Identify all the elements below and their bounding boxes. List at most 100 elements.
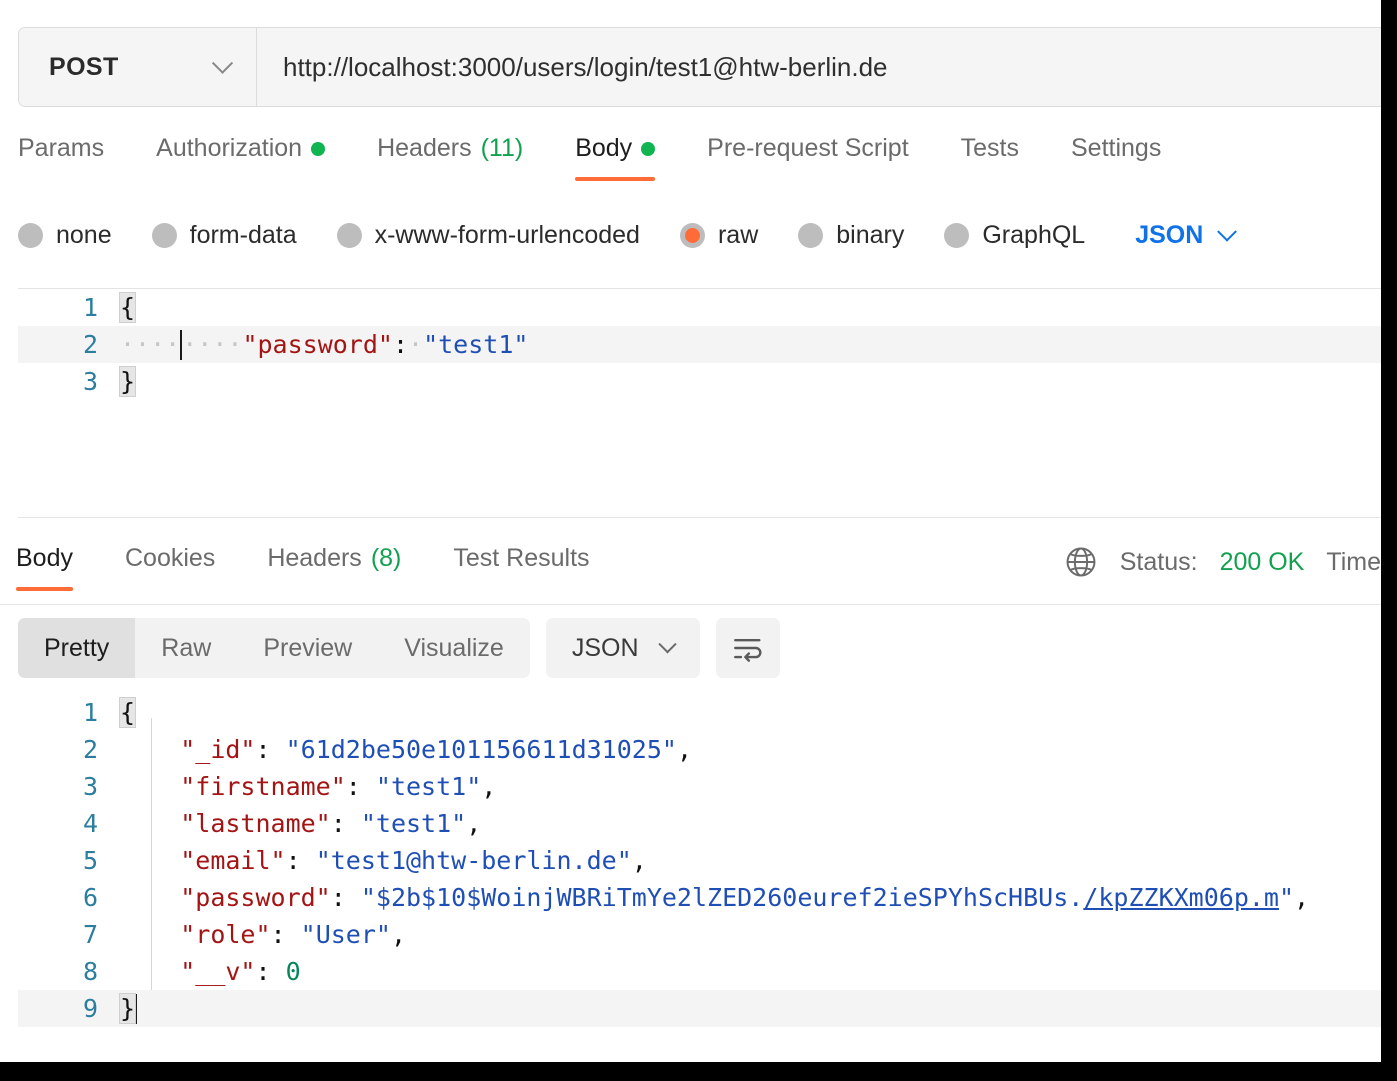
json-string-value-link[interactable]: /kpZZKXm06p.m bbox=[1083, 883, 1279, 912]
raw-format-label: JSON bbox=[1135, 221, 1204, 249]
json-open-brace: { bbox=[118, 292, 137, 323]
code-line: 1 { bbox=[18, 289, 1381, 326]
json-string-value-tail: " bbox=[1278, 883, 1295, 912]
code-line: 3 } bbox=[18, 363, 1381, 400]
line-number: 7 bbox=[82, 920, 98, 949]
code-line: 5 "email": "test1@htw-berlin.de", bbox=[18, 842, 1381, 879]
json-key: "_id" bbox=[180, 735, 256, 764]
body-type-binary[interactable]: binary bbox=[798, 221, 904, 250]
code-line: 6 "password": "$2b$10$WoinjWBRiTmYe2lZED… bbox=[18, 879, 1381, 916]
response-tab-headers-count: (8) bbox=[370, 544, 402, 572]
http-method-label: POST bbox=[49, 52, 119, 81]
radio-selected-icon bbox=[679, 223, 705, 248]
tab-pre-request-script-label: Pre-request Script bbox=[707, 134, 909, 162]
view-mode-pretty-label: Pretty bbox=[44, 633, 110, 662]
text-cursor bbox=[135, 993, 138, 1024]
radio-icon bbox=[151, 223, 177, 248]
response-tab-test-results[interactable]: Test Results bbox=[453, 538, 589, 591]
tab-pre-request-script[interactable]: Pre-request Script bbox=[707, 128, 908, 181]
json-close-brace: } bbox=[118, 992, 137, 1024]
code-line: 9 } bbox=[18, 990, 1381, 1027]
body-type-form-data[interactable]: form-data bbox=[151, 221, 297, 250]
tab-params[interactable]: Params bbox=[18, 128, 104, 181]
response-tab-test-results-label: Test Results bbox=[453, 544, 590, 572]
body-type-graphql[interactable]: GraphQL bbox=[944, 221, 1085, 250]
code-line: 7 "role": "User", bbox=[18, 916, 1381, 953]
request-tabs: Params Authorization Headers (11) Body P… bbox=[18, 128, 1381, 194]
tab-settings-label: Settings bbox=[1071, 134, 1162, 162]
status-label: Status: bbox=[1119, 547, 1198, 576]
tab-headers[interactable]: Headers (11) bbox=[377, 128, 523, 181]
word-wrap-button[interactable] bbox=[715, 618, 780, 678]
response-body-editor[interactable]: 1 { 2 "_id": "61d2be50e101156611d31025",… bbox=[18, 694, 1381, 1044]
json-comma: , bbox=[676, 735, 692, 764]
response-tab-cookies-label: Cookies bbox=[124, 544, 216, 572]
json-comma: , bbox=[390, 920, 407, 949]
line-number: 1 bbox=[82, 698, 98, 727]
view-mode-visualize[interactable]: Visualize bbox=[378, 618, 530, 678]
json-string-value: "test1@htw-berlin.de" bbox=[315, 846, 632, 875]
json-comma: , bbox=[631, 846, 647, 875]
whitespace-dots: ···· bbox=[182, 329, 243, 359]
code-line: 2 "_id": "61d2be50e101156611d31025", bbox=[18, 731, 1381, 768]
raw-format-selector[interactable]: JSON bbox=[1135, 221, 1238, 250]
radio-icon bbox=[798, 223, 824, 248]
radio-icon bbox=[18, 223, 43, 248]
tab-authorization[interactable]: Authorization bbox=[156, 128, 326, 181]
whitespace-dot: · bbox=[408, 329, 424, 359]
tab-headers-count: (11) bbox=[480, 134, 524, 162]
response-divider bbox=[0, 604, 1381, 605]
tab-tests[interactable]: Tests bbox=[961, 128, 1019, 181]
response-tab-body-label: Body bbox=[16, 544, 73, 572]
json-comma: , bbox=[1294, 883, 1310, 912]
view-mode-visualize-label: Visualize bbox=[404, 633, 504, 662]
code-line: 8 "__v": 0 bbox=[18, 953, 1381, 990]
line-number: 2 bbox=[82, 330, 98, 359]
json-string-value: "test1" bbox=[360, 809, 467, 838]
view-mode-pretty[interactable]: Pretty bbox=[18, 618, 136, 678]
http-method-selector[interactable]: POST bbox=[19, 28, 257, 106]
json-key: "password" bbox=[242, 329, 393, 359]
radio-icon bbox=[944, 223, 970, 248]
response-tab-headers[interactable]: Headers (8) bbox=[267, 538, 401, 591]
response-status-bar: Status: 200 OK Time bbox=[1064, 545, 1381, 579]
postman-window: POST http://localhost:3000/users/login/t… bbox=[0, 0, 1381, 1062]
response-tab-body[interactable]: Body bbox=[16, 538, 73, 591]
body-type-none[interactable]: none bbox=[18, 221, 112, 250]
json-string-value: "test1" bbox=[375, 772, 482, 801]
code-line: 1 { bbox=[18, 694, 1381, 731]
view-mode-raw[interactable]: Raw bbox=[135, 618, 237, 678]
body-type-raw[interactable]: raw bbox=[679, 221, 759, 250]
json-open-brace: { bbox=[118, 697, 137, 728]
code-line: 4 "lastname": "test1", bbox=[18, 805, 1381, 842]
json-colon: : bbox=[392, 329, 409, 359]
radio-icon bbox=[336, 223, 362, 248]
url-input[interactable]: http://localhost:3000/users/login/test1@… bbox=[257, 28, 1381, 106]
json-comma: , bbox=[466, 809, 482, 838]
body-type-x-www-form-urlencoded[interactable]: x-www-form-urlencoded bbox=[336, 221, 640, 250]
view-mode-preview-label: Preview bbox=[263, 633, 353, 662]
json-string-value: "test1" bbox=[423, 329, 529, 359]
body-type-raw-label: raw bbox=[717, 221, 759, 249]
body-type-form-data-label: form-data bbox=[189, 221, 297, 249]
tab-params-label: Params bbox=[18, 134, 105, 162]
view-mode-preview[interactable]: Preview bbox=[237, 618, 378, 678]
request-body-editor[interactable]: 1 { 2 ········"password":·"test1" 3 } bbox=[18, 288, 1381, 518]
response-view-mode-group: Pretty Raw Preview Visualize bbox=[18, 618, 530, 678]
response-format-selector[interactable]: JSON bbox=[545, 618, 700, 678]
globe-icon bbox=[1066, 547, 1096, 577]
line-number: 2 bbox=[82, 735, 98, 764]
line-number: 9 bbox=[82, 994, 98, 1023]
json-key: "lastname" bbox=[180, 809, 331, 838]
response-tab-cookies[interactable]: Cookies bbox=[125, 538, 215, 591]
line-number: 5 bbox=[82, 846, 98, 875]
tab-body[interactable]: Body bbox=[575, 128, 656, 181]
json-comma: , bbox=[481, 772, 497, 801]
tab-settings[interactable]: Settings bbox=[1071, 128, 1161, 181]
line-number: 3 bbox=[82, 772, 98, 801]
response-tab-headers-label: Headers bbox=[267, 544, 362, 572]
body-type-graphql-label: GraphQL bbox=[982, 221, 1086, 249]
json-string-value: "61d2be50e101156611d31025" bbox=[285, 735, 677, 764]
